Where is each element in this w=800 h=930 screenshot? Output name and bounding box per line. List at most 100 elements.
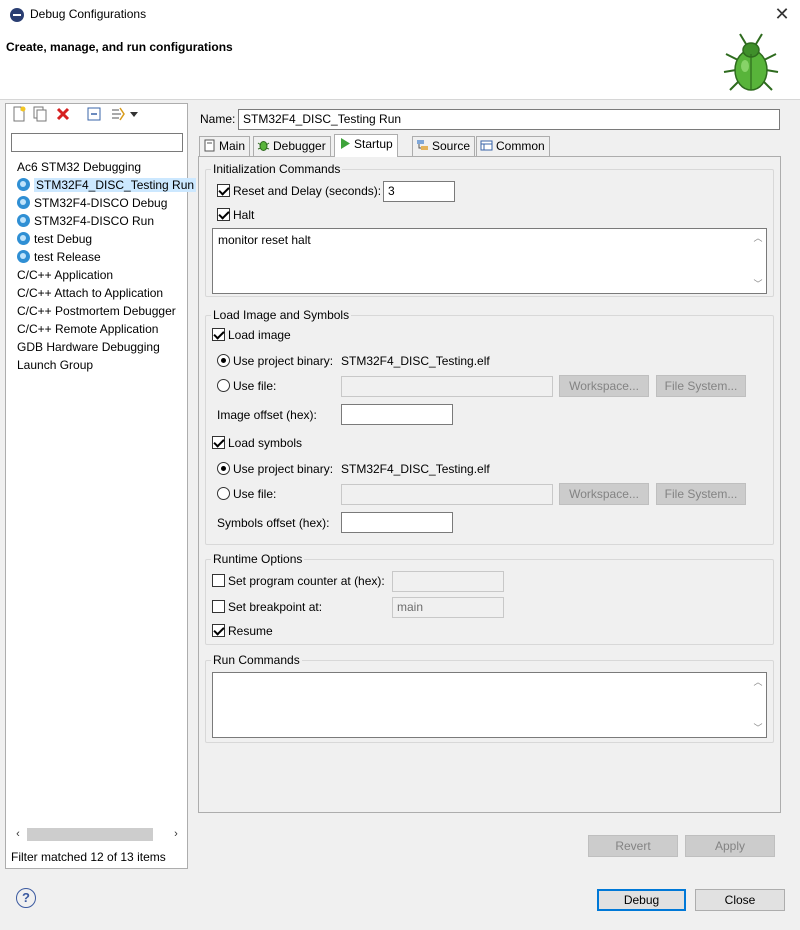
new-configuration-icon[interactable] (11, 106, 27, 122)
tab-label: Source (432, 139, 471, 153)
duplicate-icon[interactable] (32, 106, 48, 122)
scroll-thumb[interactable] (27, 828, 153, 841)
symbols-project-binary-radio[interactable] (217, 462, 230, 475)
tab-label: Common (496, 139, 545, 153)
symbols-use-file-radio[interactable] (217, 487, 230, 500)
tree-item[interactable]: STM32F4-DISCO Run (17, 212, 154, 230)
help-icon[interactable]: ? (16, 888, 36, 908)
scroll-left-icon[interactable]: ‹ (11, 826, 25, 843)
reset-delay-checkbox[interactable] (217, 184, 230, 197)
tab-startup[interactable]: Startup (334, 134, 398, 157)
tree-item[interactable]: Ac6 STM32 Debugging (17, 158, 141, 176)
collapse-all-icon[interactable] (86, 106, 102, 122)
image-offset-label: Image offset (hex): (217, 408, 317, 422)
name-label: Name: (200, 112, 236, 126)
apply-button[interactable]: Apply (685, 835, 775, 857)
delete-icon[interactable] (55, 106, 71, 122)
initialization-commands-title: Initialization Commands (211, 162, 343, 176)
tree-item[interactable]: STM32F4_DISC_Testing Run (17, 176, 197, 194)
close-button[interactable]: Close (695, 889, 785, 911)
init-commands-scrollbar[interactable]: ︿ ﹀ (750, 229, 766, 293)
set-breakpoint-checkbox[interactable] (212, 600, 225, 613)
tab-source[interactable]: Source (412, 136, 476, 156)
debug-button[interactable]: Debug (597, 889, 686, 911)
tree-item[interactable]: C/C++ Postmortem Debugger (17, 302, 176, 320)
tree-item[interactable]: test Release (17, 248, 101, 266)
resume-checkbox[interactable] (212, 624, 225, 637)
window-title: Debug Configurations (30, 7, 147, 21)
filter-icon[interactable] (110, 106, 126, 122)
image-file-input[interactable] (341, 376, 553, 397)
symbols-project-binary-label: Use project binary: (233, 462, 334, 476)
halt-checkbox[interactable] (217, 208, 230, 221)
image-use-file-radio[interactable] (217, 379, 230, 392)
run-commands-textarea[interactable]: ︿ ﹀ (212, 672, 767, 738)
init-commands-text: monitor reset halt (218, 233, 311, 247)
load-symbols-checkbox[interactable] (212, 436, 225, 449)
debugger-tab-icon (257, 141, 270, 151)
revert-button[interactable]: Revert (588, 835, 678, 857)
symbols-binary-value: STM32F4_DISC_Testing.elf (341, 462, 490, 476)
symbols-offset-label: Symbols offset (hex): (217, 516, 330, 530)
tab-main[interactable]: Main (199, 136, 251, 156)
tree-horizontal-scrollbar[interactable]: ‹ › (11, 826, 183, 843)
breakpoint-input[interactable]: main (392, 597, 504, 618)
close-window-button[interactable]: ✕ (772, 3, 792, 25)
image-filesystem-button[interactable]: File System... (656, 375, 746, 397)
tree-item-label: GDB Hardware Debugging (17, 340, 160, 354)
tree-item-label: C/C++ Attach to Application (17, 286, 164, 300)
tree-item-label: C/C++ Postmortem Debugger (17, 304, 176, 318)
symbols-offset-input[interactable] (341, 512, 453, 533)
tab-label: Debugger (273, 139, 326, 153)
tree-item[interactable]: test Debug (17, 230, 92, 248)
init-commands-textarea[interactable]: monitor reset halt ︿ ﹀ (212, 228, 767, 294)
image-offset-input[interactable] (341, 404, 453, 425)
filter-input[interactable] (11, 133, 183, 152)
tab-debugger[interactable]: Debugger (253, 136, 331, 156)
set-pc-checkbox[interactable] (212, 574, 225, 587)
tree-item-label: STM32F4_DISC_Testing Run (34, 178, 197, 192)
symbols-filesystem-button[interactable]: File System... (656, 483, 746, 505)
tab-common[interactable]: Common (476, 136, 550, 156)
config-icon (17, 250, 30, 263)
config-icon (17, 196, 30, 209)
startup-tab-icon (341, 138, 350, 149)
load-image-symbols-title: Load Image and Symbols (211, 308, 352, 322)
tree-item[interactable]: C/C++ Attach to Application (17, 284, 163, 302)
reset-delay-input[interactable]: 3 (383, 181, 455, 202)
image-project-binary-label: Use project binary: (233, 354, 334, 368)
config-icon (17, 178, 30, 191)
tree-item[interactable]: C/C++ Remote Application (17, 320, 158, 338)
tree-item-label: STM32F4-DISCO Run (34, 214, 155, 228)
resume-label: Resume (228, 624, 273, 638)
set-pc-input[interactable] (392, 571, 504, 592)
tree-item[interactable]: Launch Group (17, 356, 93, 374)
config-icon (17, 232, 30, 245)
load-image-symbols-group (205, 315, 774, 545)
tab-label: Main (219, 139, 246, 153)
image-workspace-button[interactable]: Workspace... (559, 375, 649, 397)
image-project-binary-radio[interactable] (217, 354, 230, 367)
scroll-right-icon[interactable]: › (169, 826, 183, 843)
run-commands-title: Run Commands (211, 653, 302, 667)
load-image-checkbox[interactable] (212, 328, 225, 341)
tree-item-label: Launch Group (17, 358, 94, 372)
tree-item[interactable]: GDB Hardware Debugging (17, 338, 160, 356)
symbols-file-input[interactable] (341, 484, 553, 505)
set-breakpoint-label: Set breakpoint at: (228, 600, 323, 614)
tree-item-label: C/C++ Application (17, 268, 114, 282)
tree-item-label: test Debug (34, 232, 93, 246)
halt-label: Halt (233, 208, 255, 222)
tree-item[interactable]: STM32F4-DISCO Debug (17, 194, 167, 212)
load-image-label: Load image (228, 328, 291, 342)
chevron-down-icon[interactable] (129, 106, 139, 122)
symbols-workspace-button[interactable]: Workspace... (559, 483, 649, 505)
tab-label: Startup (354, 137, 393, 151)
run-commands-scrollbar[interactable]: ︿ ﹀ (750, 673, 766, 737)
tree-item[interactable]: C/C++ Application (17, 266, 113, 284)
configuration-name-input[interactable]: STM32F4_DISC_Testing Run (238, 109, 780, 130)
image-binary-value: STM32F4_DISC_Testing.elf (341, 354, 490, 368)
source-tab-icon (417, 140, 428, 150)
reset-delay-label: Reset and Delay (seconds): (233, 184, 382, 198)
image-use-file-label: Use file: (233, 379, 277, 393)
